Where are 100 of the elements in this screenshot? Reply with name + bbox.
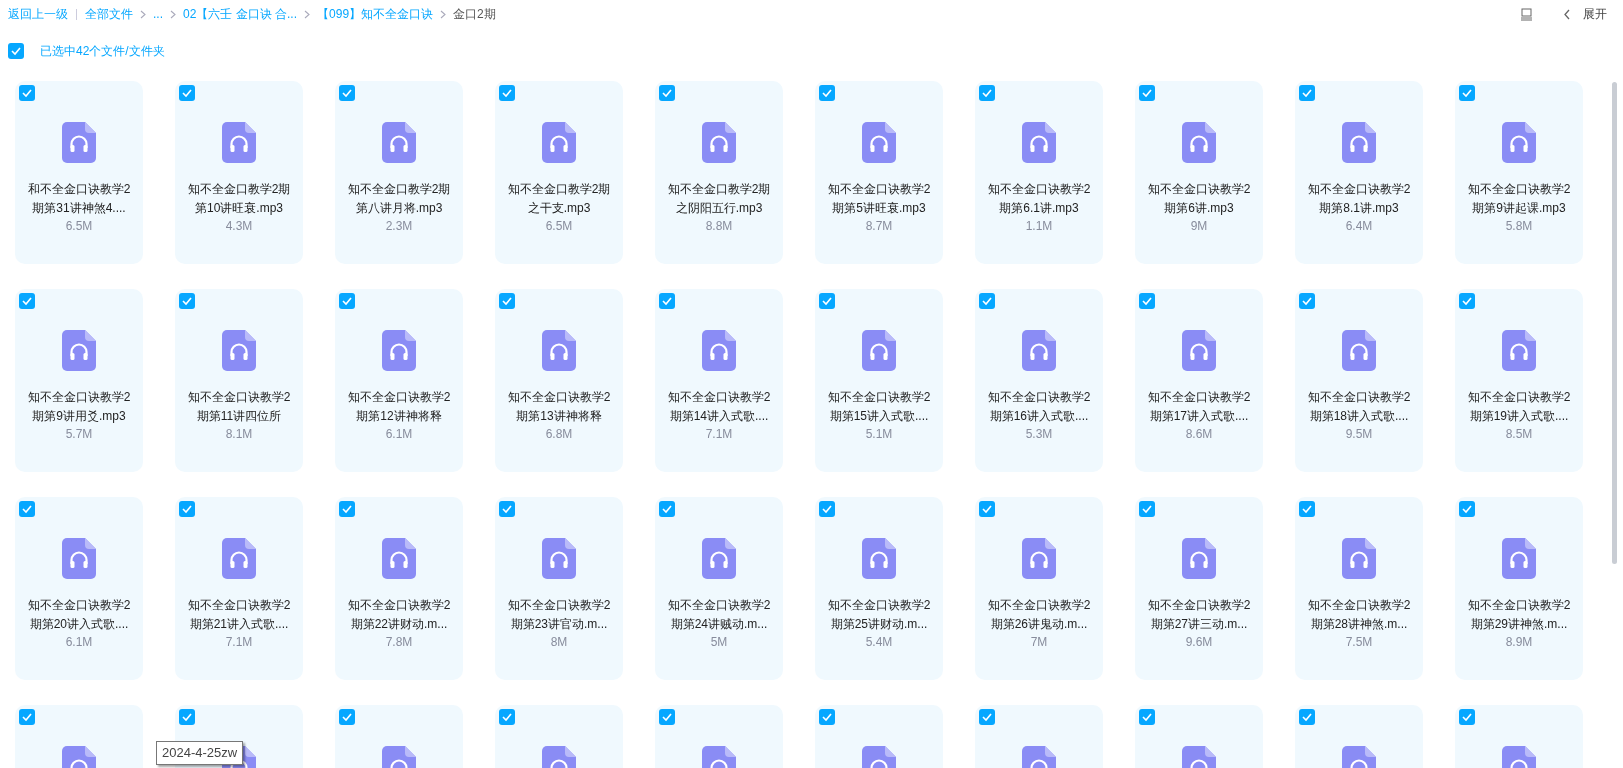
checkbox[interactable] xyxy=(19,85,35,101)
checkbox[interactable] xyxy=(1139,709,1155,725)
checkbox[interactable] xyxy=(179,293,195,309)
file-card[interactable]: 知不全金口诀教学2期第9讲起课.mp3 5.8M xyxy=(1455,81,1583,264)
file-card[interactable]: 知不全金口诀教学2期第15讲入式歌.... 5.1M xyxy=(815,289,943,472)
checkbox[interactable] xyxy=(499,501,515,517)
checkbox[interactable] xyxy=(1299,709,1315,725)
checkbox[interactable] xyxy=(179,85,195,101)
file-name: 知不全金口诀教学2期第19讲入式歌.... xyxy=(1466,389,1572,425)
checkbox[interactable] xyxy=(339,709,355,725)
checkbox[interactable] xyxy=(499,709,515,725)
checkbox[interactable] xyxy=(8,43,24,59)
file-card[interactable]: 知不全金口教学2期之干支.mp3 6.5M xyxy=(495,81,623,264)
checkbox[interactable] xyxy=(179,501,195,517)
expand-link[interactable]: 展开 xyxy=(1583,5,1607,23)
file-card[interactable]: 知不全金口诀教学2期第29讲神煞.m... 8.9M xyxy=(1455,497,1583,680)
file-size: 7.5M xyxy=(1345,634,1373,651)
checkbox[interactable] xyxy=(819,501,835,517)
file-name: 知不全金口诀教学2期第13讲神将释 xyxy=(506,389,612,425)
file-card[interactable]: 知不全金口诀教学2期第20讲入式歌.... 6.1M xyxy=(15,497,143,680)
file-card[interactable]: 知不全金口诀教学2期第24讲贼动.m... 5M xyxy=(655,497,783,680)
file-size: 7M xyxy=(1030,634,1048,651)
checkbox[interactable] xyxy=(659,293,675,309)
audio-file-icon xyxy=(382,538,416,579)
checkbox[interactable] xyxy=(979,293,995,309)
file-card[interactable]: 知不全金口诀教学2期第25讲财动.m... 5.4M xyxy=(815,497,943,680)
file-card[interactable]: 知不全金口诀教学2期第19讲入式歌.... 8.5M xyxy=(1455,289,1583,472)
checkbox[interactable] xyxy=(1299,501,1315,517)
checkbox[interactable] xyxy=(979,709,995,725)
checkbox[interactable] xyxy=(1139,293,1155,309)
checkbox[interactable] xyxy=(179,709,195,725)
audio-file-icon xyxy=(1022,122,1056,163)
checkbox[interactable] xyxy=(339,501,355,517)
checkbox[interactable] xyxy=(1459,501,1475,517)
checkbox[interactable] xyxy=(659,501,675,517)
audio-file-icon xyxy=(1182,538,1216,579)
file-card[interactable]: 和不全金口诀教学2期第31讲神煞4.... 6.5M xyxy=(15,81,143,264)
checkbox[interactable] xyxy=(819,85,835,101)
file-card[interactable]: 知不全金口诀教学2期第26讲鬼动.m... 7M xyxy=(975,497,1103,680)
file-name: 知不全金口诀教学2期第15讲入式歌.... xyxy=(826,389,932,425)
checkbox[interactable] xyxy=(19,709,35,725)
checkbox[interactable] xyxy=(819,709,835,725)
checkbox[interactable] xyxy=(19,501,35,517)
file-card[interactable]: 知不全金口教学2期第八讲月将.mp3 2.3M xyxy=(335,81,463,264)
checkbox[interactable] xyxy=(659,709,675,725)
file-card[interactable]: 知不全金口诀教学2期第8.1讲.mp3 6.4M xyxy=(1295,81,1423,264)
checkbox[interactable] xyxy=(1459,709,1475,725)
list-view-icon[interactable] xyxy=(1520,7,1533,21)
checkbox[interactable] xyxy=(1299,293,1315,309)
checkbox[interactable] xyxy=(1459,293,1475,309)
file-card[interactable]: 知不全金口诀教学2期第12讲神将释 6.1M xyxy=(335,289,463,472)
file-card[interactable]: 知不全金口诀教学2期第28讲神煞.m... 7.5M xyxy=(1295,497,1423,680)
file-card[interactable]: 知不全金口诀教学2期第23讲官动.m... 8M xyxy=(495,497,623,680)
checkbox[interactable] xyxy=(19,293,35,309)
audio-file-icon xyxy=(1342,330,1376,371)
file-card[interactable]: 知不全金口诀教学2期第18讲入式歌.... 9.5M xyxy=(1295,289,1423,472)
file-card[interactable]: 知不全金口诀教学2期第6讲.mp3 9M xyxy=(1135,81,1263,264)
checkbox[interactable] xyxy=(339,293,355,309)
file-card[interactable]: 知不全金口诀教学2期第6.1讲.mp3 1.1M xyxy=(975,81,1103,264)
breadcrumb-link[interactable]: 金口2期 xyxy=(453,5,496,23)
file-card[interactable]: 知不全金口诀教学2期第22讲财动.m... 7.8M xyxy=(335,497,463,680)
file-card[interactable]: 知不全金口诀教学2期第16讲入式歌.... 5.3M xyxy=(975,289,1103,472)
checkbox[interactable] xyxy=(1139,85,1155,101)
checkbox[interactable] xyxy=(1459,85,1475,101)
chevron-left-icon[interactable] xyxy=(1563,8,1571,20)
checkbox[interactable] xyxy=(659,85,675,101)
file-card[interactable]: 知不全金口诀教学2期第11讲四位所 8.1M xyxy=(175,289,303,472)
checkbox[interactable] xyxy=(1299,85,1315,101)
file-size: 6.4M xyxy=(1345,218,1373,235)
file-card[interactable]: 知不全金口教学2期第10讲旺衰.mp3 4.3M xyxy=(175,81,303,264)
checkbox[interactable] xyxy=(499,293,515,309)
file-card[interactable]: 知不全金口教学2期之阴阳五行.mp3 8.8M xyxy=(655,81,783,264)
checkbox[interactable] xyxy=(339,85,355,101)
file-card[interactable]: 知不全金口诀教学2期第9讲用爻.mp3 5.7M xyxy=(15,289,143,472)
scrollbar[interactable] xyxy=(1612,82,1617,564)
file-name: 知不全金口诀教学2期第6讲.mp3 xyxy=(1146,181,1252,217)
file-card[interactable]: 知不全金口诀教学2期第17讲入式歌.... 8.6M xyxy=(1135,289,1263,472)
checkbox[interactable] xyxy=(979,85,995,101)
checkbox[interactable] xyxy=(499,85,515,101)
file-name: 知不全金口诀教学2期第28讲神煞.m... xyxy=(1306,597,1412,633)
file-size: 6.5M xyxy=(65,218,93,235)
audio-file-icon xyxy=(862,122,896,163)
file-size: 5.3M xyxy=(1025,426,1053,443)
file-card[interactable]: 知不全金口诀教学2期第27讲三动.m... 9.6M xyxy=(1135,497,1263,680)
file-card[interactable]: 知不全金口诀教学2期第21讲入式歌.... 7.1M xyxy=(175,497,303,680)
audio-file-icon xyxy=(702,122,736,163)
file-name: 知不全金口诀教学2期第26讲鬼动.m... xyxy=(986,597,1092,633)
checkbox[interactable] xyxy=(1139,501,1155,517)
file-name: 知不全金口诀教学2期第14讲入式歌.... xyxy=(666,389,772,425)
audio-file-icon xyxy=(222,122,256,163)
audio-file-icon xyxy=(1182,330,1216,371)
file-card[interactable]: 知不全金口诀教学2期第13讲神将释 6.8M xyxy=(495,289,623,472)
file-card[interactable]: 知不全金口诀教学2期第14讲入式歌.... 7.1M xyxy=(655,289,783,472)
file-name: 知不全金口诀教学2期第17讲入式歌.... xyxy=(1146,389,1252,425)
checkbox[interactable] xyxy=(979,501,995,517)
file-card[interactable]: 知不全金口诀教学2期第5讲旺衰.mp3 8.7M xyxy=(815,81,943,264)
audio-file-icon xyxy=(62,122,96,163)
audio-file-icon xyxy=(1022,538,1056,579)
checkbox[interactable] xyxy=(819,293,835,309)
file-name: 知不全金口诀教学2期第6.1讲.mp3 xyxy=(986,181,1092,217)
